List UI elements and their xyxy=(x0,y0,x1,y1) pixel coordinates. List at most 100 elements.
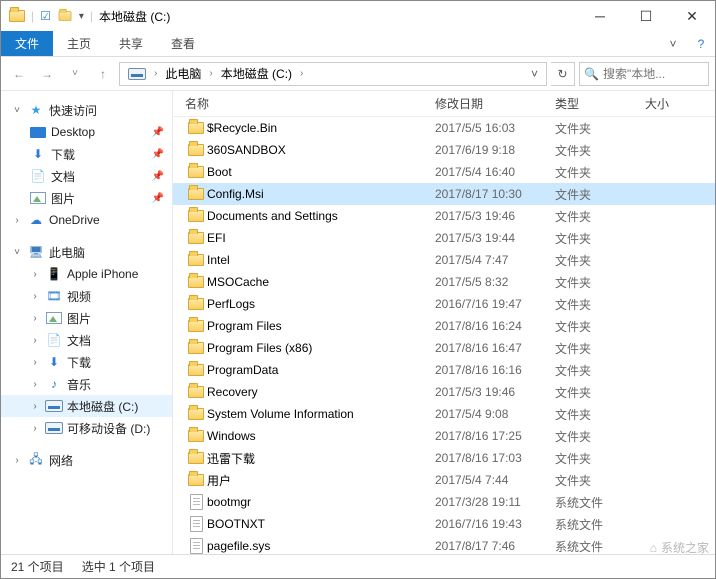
chevron-right-icon[interactable]: › xyxy=(11,455,23,466)
file-type: 文件夹 xyxy=(555,428,645,445)
forward-button[interactable]: → xyxy=(35,62,59,86)
chevron-right-icon[interactable]: › xyxy=(29,291,41,302)
file-name: Boot xyxy=(207,165,435,179)
sidebar-item[interactable]: Desktop 📌 xyxy=(1,121,172,143)
qat-dropdown[interactable]: ▾ xyxy=(79,11,84,22)
file-type: 文件夹 xyxy=(555,252,645,269)
desktop-icon xyxy=(29,127,47,138)
chevron-right-icon[interactable]: › xyxy=(29,357,41,368)
chevron-right-icon[interactable]: › xyxy=(29,379,41,390)
sidebar-item[interactable]: › ♪ 音乐 xyxy=(1,373,172,395)
column-headers[interactable]: 名称 修改日期 类型 大小 xyxy=(173,91,715,117)
col-date[interactable]: 修改日期 xyxy=(435,95,555,112)
chevron-down-icon[interactable]: ˅ xyxy=(11,247,23,258)
chevron-right-icon[interactable]: › xyxy=(29,313,41,324)
file-row[interactable]: 迅雷下载 2017/8/16 17:03 文件夹 xyxy=(173,447,715,469)
sidebar-item[interactable]: › 可移动设备 (D:) xyxy=(1,417,172,439)
chevron-right-icon[interactable]: › xyxy=(29,335,41,346)
quick-access[interactable]: ˅ ★ 快速访问 xyxy=(1,99,172,121)
file-row[interactable]: $Recycle.Bin 2017/5/5 16:03 文件夹 xyxy=(173,117,715,139)
file-date: 2017/5/3 19:46 xyxy=(435,385,555,399)
phone-icon: 📱 xyxy=(45,267,63,281)
file-date: 2017/8/17 10:30 xyxy=(435,187,555,201)
sidebar-item[interactable]: › 📱 Apple iPhone xyxy=(1,263,172,285)
ribbon-expand-icon[interactable]: ˅ xyxy=(659,31,687,56)
file-date: 2017/5/4 16:40 xyxy=(435,165,555,179)
chevron-right-icon[interactable]: › xyxy=(152,68,159,79)
sidebar-item[interactable]: › 本地磁盘 (C:) xyxy=(1,395,172,417)
sidebar-item[interactable]: › 🎞 视频 xyxy=(1,285,172,307)
doc-icon: 📄 xyxy=(45,333,63,347)
refresh-button[interactable]: ↻ xyxy=(551,62,575,86)
file-date: 2017/8/16 17:03 xyxy=(435,451,555,465)
file-row[interactable]: MSOCache 2017/5/5 8:32 文件夹 xyxy=(173,271,715,293)
file-row[interactable]: Boot 2017/5/4 16:40 文件夹 xyxy=(173,161,715,183)
file-row[interactable]: Recovery 2017/5/3 19:46 文件夹 xyxy=(173,381,715,403)
file-row[interactable]: BOOTNXT 2016/7/16 19:43 系统文件 xyxy=(173,513,715,535)
tab-share[interactable]: 共享 xyxy=(105,31,157,56)
maximize-button[interactable]: ☐ xyxy=(623,1,669,31)
file-row[interactable]: EFI 2017/5/3 19:44 文件夹 xyxy=(173,227,715,249)
file-row[interactable]: Program Files 2017/8/16 16:24 文件夹 xyxy=(173,315,715,337)
file-date: 2017/8/16 16:16 xyxy=(435,363,555,377)
file-row[interactable]: 360SANDBOX 2017/6/19 9:18 文件夹 xyxy=(173,139,715,161)
chevron-right-icon[interactable]: › xyxy=(207,68,214,79)
tab-view[interactable]: 查看 xyxy=(157,31,209,56)
file-icon xyxy=(185,538,207,554)
sidebar-item[interactable]: ⬇ 下载 📌 xyxy=(1,143,172,165)
file-row[interactable]: ProgramData 2017/8/16 16:16 文件夹 xyxy=(173,359,715,381)
crumb-thispc[interactable]: 此电脑 xyxy=(159,63,207,85)
file-row[interactable]: bootmgr 2017/3/28 19:11 系统文件 xyxy=(173,491,715,513)
tab-home[interactable]: 主页 xyxy=(53,31,105,56)
address-dropdown[interactable]: ˅ xyxy=(525,67,544,81)
file-row[interactable]: Config.Msi 2017/8/17 10:30 文件夹 xyxy=(173,183,715,205)
file-row[interactable]: Program Files (x86) 2017/8/16 16:47 文件夹 xyxy=(173,337,715,359)
this-pc[interactable]: ˅ 🖥 此电脑 xyxy=(1,241,172,263)
file-row[interactable]: Documents and Settings 2017/5/3 19:46 文件… xyxy=(173,205,715,227)
chevron-down-icon[interactable]: ˅ xyxy=(11,105,23,116)
up-button[interactable]: ↑ xyxy=(91,62,115,86)
check-icon[interactable]: ☑ xyxy=(40,9,51,23)
sidebar-item[interactable]: 📄 文档 📌 xyxy=(1,165,172,187)
back-button[interactable]: ← xyxy=(7,62,31,86)
file-row[interactable]: PerfLogs 2016/7/16 19:47 文件夹 xyxy=(173,293,715,315)
help-icon[interactable]: ? xyxy=(687,31,715,56)
search-input[interactable] xyxy=(603,67,693,81)
music-icon: ♪ xyxy=(45,377,63,391)
sidebar-item[interactable]: › ⬇ 下载 xyxy=(1,351,172,373)
file-row[interactable]: Intel 2017/5/4 7:47 文件夹 xyxy=(173,249,715,271)
folder-icon xyxy=(185,188,207,200)
file-tab[interactable]: 文件 xyxy=(1,31,53,56)
chevron-right-icon[interactable]: › xyxy=(29,401,41,412)
file-row[interactable]: 用户 2017/5/4 7:44 文件夹 xyxy=(173,469,715,491)
onedrive[interactable]: › ☁ OneDrive xyxy=(1,209,172,231)
file-name: 用户 xyxy=(207,472,435,489)
sidebar-item[interactable]: › 📄 文档 xyxy=(1,329,172,351)
chevron-right-icon[interactable]: › xyxy=(29,269,41,280)
file-date: 2016/7/16 19:47 xyxy=(435,297,555,311)
col-type[interactable]: 类型 xyxy=(555,95,645,112)
file-row[interactable]: pagefile.sys 2017/8/17 7:46 系统文件 xyxy=(173,535,715,554)
history-dropdown[interactable]: ˅ xyxy=(63,62,87,86)
file-type: 文件夹 xyxy=(555,296,645,313)
sidebar-item[interactable]: 图片 📌 xyxy=(1,187,172,209)
file-row[interactable]: System Volume Information 2017/5/4 9:08 … xyxy=(173,403,715,425)
breadcrumb[interactable]: › 此电脑 › 本地磁盘 (C:) › ˅ xyxy=(119,62,547,86)
status-bar: 21 个项目 选中 1 个项目 xyxy=(1,554,715,578)
divider: | xyxy=(31,9,34,23)
sidebar-item[interactable]: › 图片 xyxy=(1,307,172,329)
file-type: 系统文件 xyxy=(555,538,645,555)
crumb-location[interactable]: 本地磁盘 (C:) xyxy=(215,63,298,85)
network[interactable]: › 🖧 网络 xyxy=(1,449,172,471)
file-row[interactable]: Windows 2017/8/16 17:25 文件夹 xyxy=(173,425,715,447)
col-name[interactable]: 名称 xyxy=(185,95,435,112)
label: 快速访问 xyxy=(49,102,97,119)
chevron-right-icon[interactable]: › xyxy=(298,68,305,79)
chevron-right-icon[interactable]: › xyxy=(29,423,41,434)
minimize-button[interactable]: ─ xyxy=(577,1,623,31)
close-button[interactable]: ✕ xyxy=(669,1,715,31)
search-box[interactable]: 🔍 xyxy=(579,62,709,86)
file-date: 2017/5/4 7:44 xyxy=(435,473,555,487)
chevron-right-icon[interactable]: › xyxy=(11,215,23,226)
col-size[interactable]: 大小 xyxy=(645,95,715,112)
